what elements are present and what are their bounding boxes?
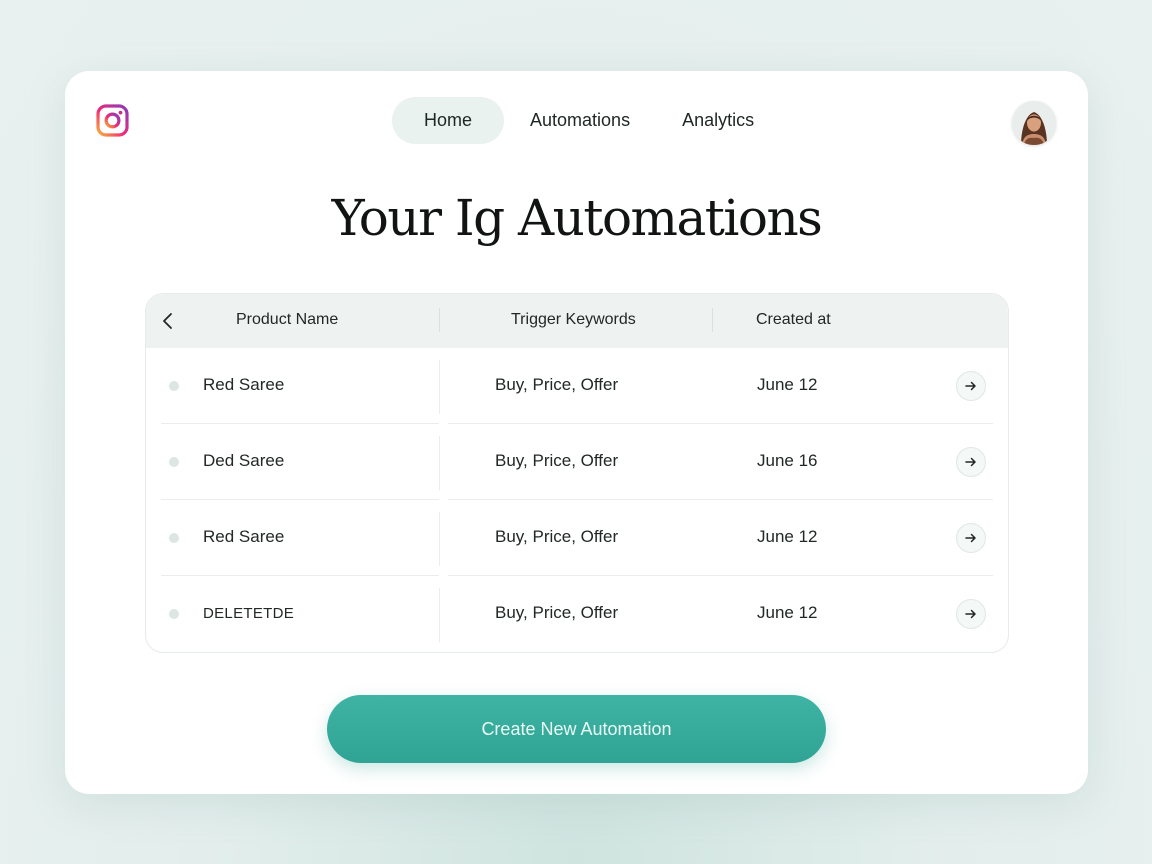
arrow-right-icon[interactable] xyxy=(956,599,986,629)
arrow-right-icon[interactable] xyxy=(956,447,986,477)
product-name: DELETETDE xyxy=(203,605,295,622)
column-header-keywords[interactable]: Trigger Keywords xyxy=(511,311,636,329)
status-dot xyxy=(169,381,179,391)
create-automation-button[interactable]: Create New Automation xyxy=(327,695,826,763)
page-title: Your Ig Automations xyxy=(331,189,823,247)
nav-home[interactable]: Home xyxy=(392,97,505,144)
header-divider xyxy=(439,308,440,332)
instagram-icon[interactable] xyxy=(96,104,129,137)
product-name: Ded Saree xyxy=(203,451,285,470)
table-row[interactable]: Red Saree Buy, Price, Offer June 12 xyxy=(146,500,1008,576)
row-divider xyxy=(439,512,440,566)
created-date: June 16 xyxy=(757,451,818,470)
product-name: Red Saree xyxy=(203,375,285,394)
created-date: June 12 xyxy=(757,603,818,622)
chevron-left-icon[interactable] xyxy=(160,311,176,331)
status-dot xyxy=(169,457,179,467)
column-header-product[interactable]: Product Name xyxy=(236,311,338,329)
row-divider xyxy=(439,588,440,642)
row-divider xyxy=(439,436,440,490)
row-divider xyxy=(439,360,440,414)
trigger-keywords: Buy, Price, Offer xyxy=(495,375,619,394)
product-name: Red Saree xyxy=(203,527,285,546)
header-divider xyxy=(712,308,713,332)
status-dot xyxy=(169,533,179,543)
nav-analytics[interactable]: Analytics xyxy=(656,97,780,144)
table-row[interactable]: Ded Saree Buy, Price, Offer June 16 xyxy=(146,424,1008,500)
nav-automations[interactable]: Automations xyxy=(504,97,656,144)
automations-table: Product Name Trigger Keywords Created at… xyxy=(145,293,1009,653)
trigger-keywords: Buy, Price, Offer xyxy=(495,451,619,470)
main-card: Home Automations Analytics Your Ig Autom… xyxy=(65,71,1088,794)
column-header-created[interactable]: Created at xyxy=(756,311,831,329)
status-dot xyxy=(169,609,179,619)
created-date: June 12 xyxy=(757,375,818,394)
arrow-right-icon[interactable] xyxy=(956,523,986,553)
trigger-keywords: Buy, Price, Offer xyxy=(495,603,619,622)
user-avatar[interactable] xyxy=(1012,101,1056,145)
created-date: June 12 xyxy=(757,527,818,546)
table-row[interactable]: DELETETDE Buy, Price, Offer June 12 xyxy=(146,576,1008,652)
table-header: Product Name Trigger Keywords Created at xyxy=(146,294,1008,348)
arrow-right-icon[interactable] xyxy=(956,371,986,401)
trigger-keywords: Buy, Price, Offer xyxy=(495,527,619,546)
top-nav: Home Automations Analytics xyxy=(392,97,780,144)
table-row[interactable]: Red Saree Buy, Price, Offer June 12 xyxy=(146,348,1008,424)
